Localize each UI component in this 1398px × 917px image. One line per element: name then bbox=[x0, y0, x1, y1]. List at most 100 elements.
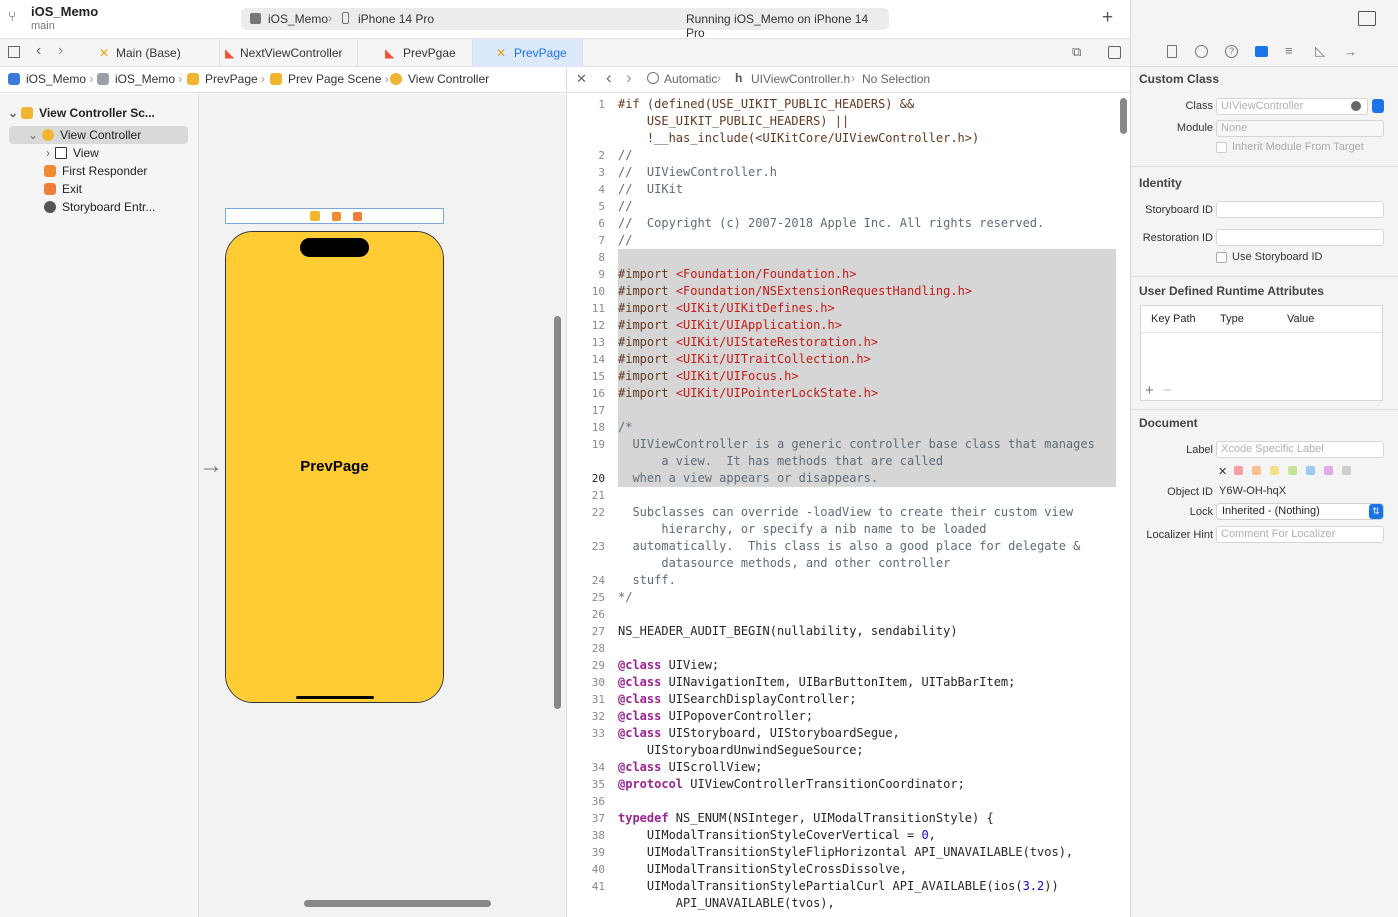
outline-item-exit[interactable]: Exit bbox=[44, 180, 82, 198]
scene-dock[interactable] bbox=[225, 208, 444, 224]
forward-arrow-icon[interactable]: › bbox=[626, 68, 632, 88]
history-icon[interactable] bbox=[1195, 45, 1208, 58]
exit-dock-icon[interactable] bbox=[353, 212, 362, 221]
close-icon[interactable]: ✕ bbox=[576, 71, 587, 87]
outline-label: Exit bbox=[62, 182, 83, 196]
breadcrumb-item[interactable]: iOS_Memo › bbox=[8, 72, 93, 86]
lock-select[interactable]: Inherited - (Nothing) ⇅ bbox=[1216, 503, 1384, 520]
color-swatch[interactable] bbox=[1234, 466, 1244, 475]
class-label: Class bbox=[1185, 100, 1213, 112]
clear-color-icon[interactable]: ✕ bbox=[1218, 466, 1227, 478]
code-text: when a view appears or disappears. bbox=[618, 471, 879, 485]
inspector-toggle-icon[interactable] bbox=[1358, 11, 1376, 26]
forward-arrow-icon[interactable]: › bbox=[58, 42, 63, 60]
attributes-inspector-icon[interactable]: ≡ bbox=[1285, 43, 1293, 58]
outline-scene[interactable]: ⌄ View Controller Sc... bbox=[8, 104, 155, 122]
divider bbox=[1131, 409, 1398, 410]
color-swatch[interactable] bbox=[1324, 466, 1334, 475]
tab-main-base[interactable]: ✕ Main (Base) bbox=[90, 39, 220, 67]
color-swatch[interactable] bbox=[1342, 466, 1352, 475]
line-number: 35 bbox=[591, 778, 605, 791]
outline-item-storyboard-entry[interactable]: Storyboard Entr... bbox=[44, 198, 155, 216]
runtime-attributes-table[interactable]: Key Path Type Value + − bbox=[1140, 305, 1383, 401]
horizontal-scrollbar[interactable] bbox=[304, 900, 491, 907]
module-value: None bbox=[1221, 122, 1248, 134]
first-responder-dock-icon[interactable] bbox=[332, 212, 341, 221]
breadcrumb-item[interactable]: View Controller bbox=[390, 72, 489, 86]
color-swatch[interactable] bbox=[1288, 466, 1298, 475]
go-to-class-icon[interactable] bbox=[1351, 101, 1361, 111]
restoration-id-field[interactable] bbox=[1216, 229, 1384, 246]
lock-label: Lock bbox=[1189, 506, 1213, 518]
color-swatch[interactable] bbox=[1270, 466, 1280, 475]
grid-icon[interactable] bbox=[8, 46, 20, 58]
tab-label: Main (Base) bbox=[116, 46, 181, 60]
code-text: */ bbox=[618, 590, 633, 604]
back-arrow-icon[interactable]: ‹ bbox=[36, 42, 41, 60]
storyboard-id-field[interactable] bbox=[1216, 201, 1384, 218]
assistant-mode[interactable]: Automatic bbox=[664, 72, 717, 86]
column-type[interactable]: Type bbox=[1220, 313, 1244, 325]
app-icon bbox=[8, 73, 20, 85]
device-name[interactable]: iPhone 14 Pro bbox=[358, 12, 434, 26]
line-number: 11 bbox=[591, 302, 605, 315]
color-swatch[interactable] bbox=[1306, 466, 1316, 475]
tab-label: PrevPage bbox=[514, 46, 567, 60]
lock-value: Inherited - (Nothing) bbox=[1222, 505, 1320, 517]
iphone-screen[interactable]: PrevPage bbox=[225, 231, 444, 703]
line-number: 28 bbox=[591, 642, 605, 655]
column-key-path[interactable]: Key Path bbox=[1151, 313, 1196, 325]
storyboard-canvas[interactable]: → PrevPage bbox=[199, 94, 566, 917]
view-controller-dock-icon[interactable] bbox=[310, 211, 320, 221]
back-arrow-icon[interactable]: ‹ bbox=[606, 68, 612, 88]
remove-attribute-button[interactable]: − bbox=[1163, 382, 1172, 399]
run-status: Running iOS_Memo on iPhone 14 Pro bbox=[686, 12, 869, 40]
document-label-field[interactable]: Xcode Specific Label bbox=[1216, 441, 1384, 458]
file-inspector-icon[interactable] bbox=[1167, 45, 1177, 58]
split-editor-icon[interactable] bbox=[1108, 46, 1121, 59]
line-number: 5 bbox=[598, 200, 605, 213]
page-title-label[interactable]: PrevPage bbox=[226, 458, 443, 475]
entry-point-arrow-icon[interactable]: → bbox=[199, 452, 223, 480]
code-editor[interactable]: 1 #if (defined(USE_UIKIT_PUBLIC_HEADERS) … bbox=[566, 94, 1130, 917]
inherit-module-checkbox[interactable] bbox=[1216, 142, 1227, 153]
breadcrumb-item[interactable]: PrevPage › bbox=[187, 72, 265, 86]
outline-item-first-responder[interactable]: First Responder bbox=[44, 162, 147, 180]
help-icon[interactable]: ? bbox=[1225, 45, 1238, 58]
tab-prevpage[interactable]: ✕ PrevPage bbox=[473, 39, 583, 67]
outline-label: View bbox=[73, 146, 99, 160]
swift-icon: ◣ bbox=[385, 46, 395, 60]
module-field[interactable]: None bbox=[1216, 120, 1384, 137]
breadcrumb-item[interactable]: iOS_Memo › bbox=[97, 72, 182, 86]
outline-item-view[interactable]: › View bbox=[46, 144, 99, 162]
add-attribute-button[interactable]: + bbox=[1145, 382, 1154, 399]
related-items-icon[interactable]: ⧉ bbox=[1072, 44, 1081, 60]
breadcrumb-label: PrevPage bbox=[205, 72, 258, 86]
tab-nextviewcontroller[interactable]: ◣ NextViewController bbox=[220, 39, 358, 67]
scheme-activity-bar[interactable]: iOS_Memo › iPhone 14 Pro Running iOS_Mem… bbox=[241, 8, 889, 40]
column-value[interactable]: Value bbox=[1287, 313, 1314, 325]
add-button[interactable]: + bbox=[1102, 7, 1113, 29]
file-name[interactable]: UIViewController.h bbox=[751, 72, 850, 86]
class-field[interactable]: UIViewController bbox=[1216, 98, 1368, 115]
connections-inspector-icon[interactable]: → bbox=[1344, 44, 1357, 59]
code-text: // UIKit bbox=[618, 182, 684, 196]
breadcrumb-label: iOS_Memo bbox=[115, 72, 176, 86]
outline-item-view-controller[interactable]: ⌄ View Controller bbox=[28, 126, 141, 144]
branch-name: main bbox=[31, 20, 55, 32]
code-text: @class UIPopoverController; bbox=[618, 709, 814, 723]
identity-inspector-icon[interactable] bbox=[1255, 46, 1268, 57]
editor-scrollbar[interactable] bbox=[1120, 98, 1127, 134]
size-inspector-icon[interactable]: ◺ bbox=[1315, 43, 1325, 59]
tab-prevpgae[interactable]: ◣ PrevPgae bbox=[358, 39, 473, 67]
use-storyboard-id-checkbox[interactable] bbox=[1216, 252, 1227, 263]
outline-label: View Controller Sc... bbox=[39, 106, 155, 120]
scheme-name[interactable]: iOS_Memo bbox=[268, 12, 328, 26]
color-swatch[interactable] bbox=[1252, 466, 1262, 475]
selection-label[interactable]: No Selection bbox=[862, 72, 930, 86]
inspector-panel: ? ≡ ◺ → Custom Class Class UIViewControl… bbox=[1130, 0, 1398, 917]
breadcrumb-item[interactable]: Prev Page Scene › bbox=[270, 72, 389, 86]
localizer-hint-field[interactable]: Comment For Localizer bbox=[1216, 526, 1384, 543]
class-dropdown-button[interactable] bbox=[1372, 99, 1384, 113]
vertical-scrollbar[interactable] bbox=[554, 316, 561, 709]
